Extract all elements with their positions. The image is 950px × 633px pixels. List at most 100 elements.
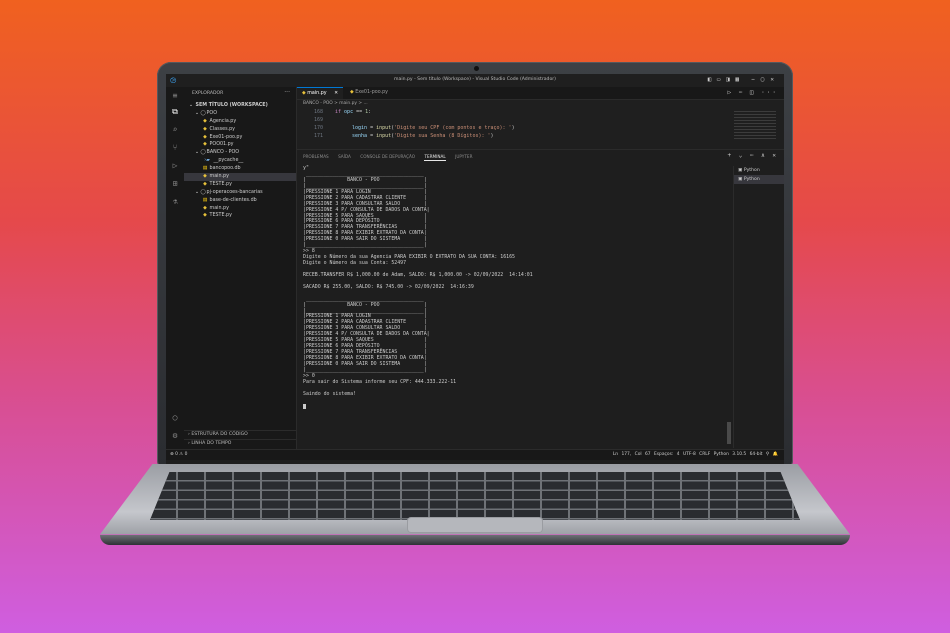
- tab-jupyter[interactable]: JUPYTER: [455, 154, 472, 159]
- problems-status[interactable]: ⊗ 0 ⚠ 0: [170, 450, 187, 460]
- file-tree-item[interactable]: ▤ base-de-clientes.db: [184, 197, 296, 205]
- python-file-icon: ◆: [203, 142, 207, 148]
- search-icon[interactable]: ⌕: [170, 125, 180, 135]
- file-tree-label: __pycache__: [213, 158, 244, 164]
- workspace-folder-icon: ⌄ ◯: [195, 189, 206, 195]
- tab-debug-console[interactable]: CONSOLE DE DEPURAÇÃO: [360, 154, 415, 159]
- file-tree-item[interactable]: ◆ main.py: [184, 205, 296, 213]
- window-controls[interactable]: −▢✕: [751, 76, 780, 83]
- terminal-item[interactable]: ▣ Python: [734, 166, 784, 175]
- maximize-button[interactable]: ▢: [761, 76, 771, 83]
- terminal-item[interactable]: ▣ Python: [734, 175, 784, 184]
- terminal-scrollbar[interactable]: [727, 422, 731, 444]
- breadcrumb[interactable]: BANCO - POO > main.py > ...: [303, 101, 368, 106]
- extensions-icon[interactable]: ⊞: [170, 179, 180, 189]
- tab-terminal[interactable]: TERMINAL: [424, 154, 446, 161]
- editor-tabs: ◆ main.py ✕ ◆ Exe01-poo.py ▷ ⋯ ◫ ···: [297, 87, 784, 100]
- editor-actions[interactable]: ▷ ⋯ ◫ ···: [727, 89, 778, 96]
- activity-bar: ≡ ⧉ ⌕ ⑂ ▷ ⊞ ⚗ ◯ ⚙: [166, 87, 184, 449]
- explorer-sidebar: EXPLORADOR ··· ⌄ SEM TÍTULO (WORKSPACE) ⌄…: [184, 87, 297, 449]
- status-bar: ⊗ 0 ⚠ 0 Ln 177, Col 67 Espaços: 4 UTF-8 …: [166, 449, 784, 460]
- python-file-icon: ◆: [302, 91, 306, 96]
- python-file-icon: ◆: [203, 213, 207, 219]
- close-button[interactable]: ✕: [770, 76, 780, 83]
- workspace-folder-icon: ⌄ ◯: [195, 150, 206, 156]
- file-tree-item[interactable]: ◆ Classes.py: [184, 126, 296, 134]
- tab-output[interactable]: SAÍDA: [338, 154, 351, 159]
- file-tree-label: pj-operacoes-bancarias: [206, 189, 263, 195]
- file-tree-label: SEM TÍTULO (WORKSPACE): [195, 103, 268, 108]
- file-tree-item[interactable]: ⌄ SEM TÍTULO (WORKSPACE): [184, 102, 296, 110]
- workspace-folder-icon: ⌄ ◯: [195, 110, 206, 116]
- file-tree-label: Classes.py: [209, 126, 236, 132]
- database-file-icon: ▤: [202, 197, 208, 203]
- tab-main-py[interactable]: ◆ main.py ✕: [297, 87, 344, 99]
- tab-label: main.py: [307, 91, 327, 96]
- source-control-icon[interactable]: ⑂: [170, 143, 180, 153]
- bottom-panel: PROBLEMAS SAÍDA CONSOLE DE DEPURAÇÃO TER…: [297, 149, 784, 450]
- layout-toggle-icons[interactable]: ◧ ▭ ◨ ▦: [708, 76, 740, 83]
- outline-section[interactable]: › ESTRUTURA DO CÓDIGO: [184, 430, 296, 438]
- file-tree-label: base-de-clientes.db: [209, 197, 257, 203]
- terminal-prompt[interactable]: [303, 403, 723, 410]
- minimize-button[interactable]: −: [751, 76, 761, 83]
- timeline-section[interactable]: › LINHA DO TEMPO: [184, 439, 296, 447]
- file-tree: ⌄ SEM TÍTULO (WORKSPACE) ⌄ ◯ POO ◆ Agencia…: [184, 102, 296, 220]
- menu-icon[interactable]: ≡: [170, 91, 180, 101]
- file-tree-item[interactable]: ◆ Agencia.py: [184, 118, 296, 126]
- file-tree-item[interactable]: ▤ bancopoo.db: [184, 165, 296, 173]
- settings-gear-icon[interactable]: ⚙: [170, 431, 180, 441]
- file-tree-label: POO01.py: [209, 142, 234, 148]
- line-number: 171: [313, 133, 323, 139]
- editor-status[interactable]: Ln 177, Col 67 Espaços: 4 UTF-8 CRLF Pyt…: [613, 450, 778, 460]
- python-file-icon: ◆: [203, 126, 207, 132]
- file-tree-label: Agencia.py: [209, 118, 237, 124]
- python-file-icon: ◆: [203, 174, 207, 180]
- tab-exe01-poo[interactable]: ◆ Exe01-poo.py: [345, 87, 393, 99]
- file-tree-item[interactable]: ⌄ ◯ pj-operacoes-bancarias: [184, 189, 296, 197]
- database-file-icon: ▤: [202, 166, 208, 172]
- file-tree-item[interactable]: ⌄ ◯ BANCO - POO: [184, 149, 296, 157]
- tab-problems[interactable]: PROBLEMAS: [303, 154, 329, 159]
- window-title: main.py - Sem título (Workspace) - Visua…: [394, 77, 556, 82]
- file-tree-item[interactable]: ◆ TESTE.py: [184, 212, 296, 220]
- folder-icon: ›▰: [204, 158, 210, 164]
- file-tree-label: TESTE.py: [209, 213, 232, 219]
- file-tree-label: bancopoo.db: [209, 166, 241, 172]
- tab-label: Exe01-poo.py: [355, 90, 388, 95]
- explorer-icon[interactable]: ⧉: [170, 107, 180, 117]
- webcam: [474, 66, 479, 71]
- file-tree-item[interactable]: ◆ TESTE.py: [184, 181, 296, 189]
- minimap[interactable]: [734, 111, 776, 141]
- explorer-more-button[interactable]: ···: [284, 89, 290, 96]
- editor-area: ◆ main.py ✕ ◆ Exe01-poo.py ▷ ⋯ ◫ ··· BAN…: [297, 87, 784, 450]
- line-number: 170: [313, 125, 323, 131]
- file-tree-item[interactable]: ◆ main.py: [184, 173, 296, 181]
- code-line: login = input('Digite seu CPF (com ponto…: [352, 125, 515, 131]
- run-debug-icon[interactable]: ▷: [170, 161, 180, 171]
- keyboard: [150, 472, 800, 520]
- code-line: senha = input('Digite sua Senha (8 Dígit…: [352, 133, 494, 139]
- account-icon[interactable]: ◯: [170, 413, 180, 423]
- code-line: if opc == 1:: [335, 109, 372, 115]
- trackpad: [408, 518, 542, 532]
- file-tree-label: POO: [206, 110, 217, 116]
- file-tree-item[interactable]: ◆ POO01.py: [184, 141, 296, 149]
- file-tree-item[interactable]: ›▰ __pycache__: [184, 157, 296, 165]
- terminal-item-label: Python: [743, 168, 760, 173]
- file-tree-label: main.py: [209, 174, 229, 180]
- file-tree-label: BANCO - POO: [206, 150, 240, 156]
- explorer-header: EXPLORADOR: [192, 91, 224, 96]
- python-file-icon: ◆: [203, 181, 207, 187]
- line-number: 169: [313, 117, 323, 123]
- file-tree-label: main.py: [209, 205, 229, 211]
- file-tree-item[interactable]: ⌄ ◯ POO: [184, 110, 296, 118]
- terminal-output[interactable]: y" _____________________________________…: [303, 165, 723, 448]
- close-tab-icon[interactable]: ✕: [334, 91, 338, 96]
- terminal-item-label: Python: [743, 177, 760, 182]
- testing-icon[interactable]: ⚗: [170, 197, 180, 207]
- title-bar: ⧁ main.py - Sem título (Workspace) - Vis…: [166, 74, 784, 88]
- file-tree-item[interactable]: ◆ Exe01-poo.py: [184, 134, 296, 142]
- line-number: 168: [313, 109, 323, 115]
- panel-controls[interactable]: + ⌄ ⋯ ∧ ✕: [727, 152, 778, 159]
